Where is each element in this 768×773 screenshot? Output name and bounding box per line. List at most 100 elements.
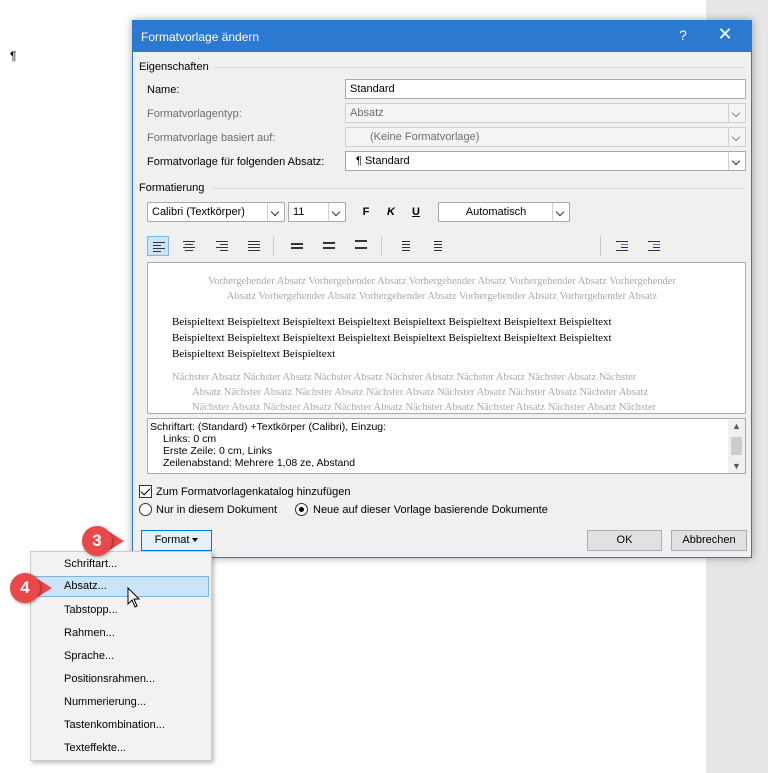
bold-button[interactable]: F <box>355 202 377 222</box>
decrease-indent-icon <box>616 241 628 251</box>
only-this-document-label: Nur in diesem Dokument <box>156 504 278 516</box>
decrease-spacing-button[interactable] <box>425 236 447 256</box>
chevron-down-icon <box>552 203 569 221</box>
increase-indent-button[interactable] <box>643 236 665 256</box>
close-button[interactable]: ✕ <box>713 24 737 45</box>
align-right-icon <box>216 241 228 251</box>
only-this-document-radio[interactable] <box>139 503 152 516</box>
description-scrollbar[interactable]: ▲ ▼ <box>728 419 745 473</box>
scroll-up-icon[interactable]: ▲ <box>728 419 745 433</box>
one-half-spacing-button[interactable] <box>318 236 340 256</box>
align-center-icon <box>183 241 195 251</box>
formatting-group-label: Formatierung <box>139 182 205 194</box>
next-style-label: Formatvorlage für folgenden Absatz: <box>147 156 325 168</box>
dialog-titlebar: Formatvorlage ändern ? ✕ <box>133 21 751 52</box>
sample-paragraph-preview: Beispieltext Beispieltext Beispieltext B… <box>172 314 732 362</box>
chevron-down-icon <box>728 128 745 146</box>
align-center-button[interactable] <box>178 236 200 256</box>
description-line: Erste Zeile: 0 cm, Links <box>163 445 273 457</box>
increase-spacing-icon <box>398 241 410 251</box>
new-documents-label: Neue auf dieser Vorlage basierende Dokum… <box>313 504 548 516</box>
name-input[interactable]: Standard <box>345 79 746 99</box>
next-style-select[interactable]: ¶ Standard <box>345 151 746 171</box>
description-line: Zeilenabstand: Mehrere 1,08 ze, Abstand <box>163 457 356 469</box>
add-to-gallery-checkbox[interactable] <box>139 485 152 498</box>
next-paragraph-preview: Nächster Absatz Nächster Absatz Nächster… <box>172 370 732 413</box>
preview-line: Absatz Vorhergehender Absatz Vorhergehen… <box>226 291 658 302</box>
ok-button[interactable]: OK <box>587 530 662 551</box>
increase-spacing-button[interactable] <box>393 236 415 256</box>
caret-down-icon <box>192 538 199 543</box>
cancel-button[interactable]: Abbrechen <box>671 530 747 551</box>
name-label: Name: <box>147 84 180 96</box>
toolbar-separator <box>273 236 274 256</box>
preview-line: Beispieltext Beispieltext Beispieltext B… <box>172 332 612 344</box>
chevron-down-icon <box>728 104 745 122</box>
previous-paragraph-preview: Vorhergehender Absatz Vorhergehender Abs… <box>172 274 712 304</box>
menu-item-language[interactable]: Sprache... <box>33 646 209 667</box>
justify-icon <box>248 241 260 251</box>
preview-line: Absatz Nächster Absatz Nächster Absatz N… <box>192 387 649 398</box>
properties-divider <box>215 67 745 68</box>
style-type-value: Absatz <box>350 107 384 119</box>
font-size-select[interactable]: 11 <box>288 202 346 222</box>
preview-line: Nächster Absatz Nächster Absatz Nächster… <box>192 402 657 413</box>
menu-item-tabs[interactable]: Tabstopp... <box>33 600 209 621</box>
based-on-select[interactable]: (Keine Formatvorlage) <box>345 127 746 147</box>
double-spacing-icon <box>355 240 367 250</box>
based-on-label: Formatvorlage basiert auf: <box>147 132 276 144</box>
align-right-button[interactable] <box>211 236 233 256</box>
decrease-indent-button[interactable] <box>611 236 633 256</box>
menu-item-paragraph[interactable]: Absatz... <box>33 576 209 597</box>
formatting-divider <box>213 188 745 189</box>
add-to-gallery-label: Zum Formatvorlagenkatalog hinzufügen <box>156 486 351 498</box>
style-preview: Vorhergehender Absatz Vorhergehender Abs… <box>147 262 746 414</box>
style-description-text: Schriftart: (Standard) +Textkörper (Cali… <box>150 421 386 469</box>
chevron-down-icon <box>328 203 345 221</box>
preview-line: Beispieltext Beispieltext Beispieltext <box>172 348 336 360</box>
menu-item-border[interactable]: Rahmen... <box>33 623 209 644</box>
scroll-down-icon[interactable]: ▼ <box>728 459 745 473</box>
step-3-badge: 3 <box>82 526 112 556</box>
font-color-select[interactable]: Automatisch <box>438 202 570 222</box>
help-button[interactable]: ? <box>671 27 695 43</box>
scroll-thumb[interactable] <box>731 437 742 455</box>
menu-item-shortcut-key[interactable]: Tastenkombination... <box>33 715 209 736</box>
properties-group-label: Eigenschaften <box>139 61 209 73</box>
underline-button[interactable]: U <box>405 202 427 222</box>
modify-style-dialog: Formatvorlage ändern ? ✕ Eigenschaften N… <box>132 20 752 558</box>
paragraph-mark: ¶ <box>10 49 17 63</box>
increase-indent-icon <box>648 241 660 251</box>
toolbar-separator <box>600 236 601 256</box>
step-4-badge: 4 <box>10 573 40 603</box>
description-line: Links: 0 cm <box>163 433 217 445</box>
double-spacing-button[interactable] <box>350 236 372 256</box>
font-size-value: 11 <box>293 206 305 218</box>
next-style-value: ¶ Standard <box>356 155 410 167</box>
new-documents-radio[interactable] <box>295 503 308 516</box>
style-type-select[interactable]: Absatz <box>345 103 746 123</box>
single-spacing-button[interactable] <box>286 236 308 256</box>
format-button[interactable]: Format <box>141 530 212 551</box>
menu-item-numbering[interactable]: Nummerierung... <box>33 692 209 713</box>
style-type-label: Formatvorlagentyp: <box>147 108 242 120</box>
align-left-icon <box>153 242 165 252</box>
align-left-button[interactable] <box>147 236 169 256</box>
description-line: Schriftart: (Standard) +Textkörper (Cali… <box>150 421 387 433</box>
italic-button[interactable]: K <box>380 202 402 222</box>
decrease-spacing-icon <box>430 241 442 251</box>
menu-item-frame[interactable]: Positionsrahmen... <box>33 669 209 690</box>
menu-item-text-effects[interactable]: Texteffekte... <box>33 738 209 759</box>
toolbar-separator <box>381 236 382 256</box>
preview-line: Nächster Absatz Nächster Absatz Nächster… <box>172 372 637 383</box>
format-menu: Schriftart... Absatz... Tabstopp... Rahm… <box>30 551 212 761</box>
font-select[interactable]: Calibri (Textkörper) <box>147 202 285 222</box>
chevron-down-icon <box>267 203 284 221</box>
single-spacing-icon <box>291 243 303 253</box>
menu-item-font[interactable]: Schriftart... <box>33 554 209 575</box>
preview-line: Beispieltext Beispieltext Beispieltext B… <box>172 316 612 328</box>
one-half-spacing-icon <box>323 242 335 252</box>
justify-button[interactable] <box>243 236 265 256</box>
format-button-label: Format <box>154 534 190 546</box>
preview-line: Vorhergehender Absatz Vorhergehender Abs… <box>208 276 676 287</box>
